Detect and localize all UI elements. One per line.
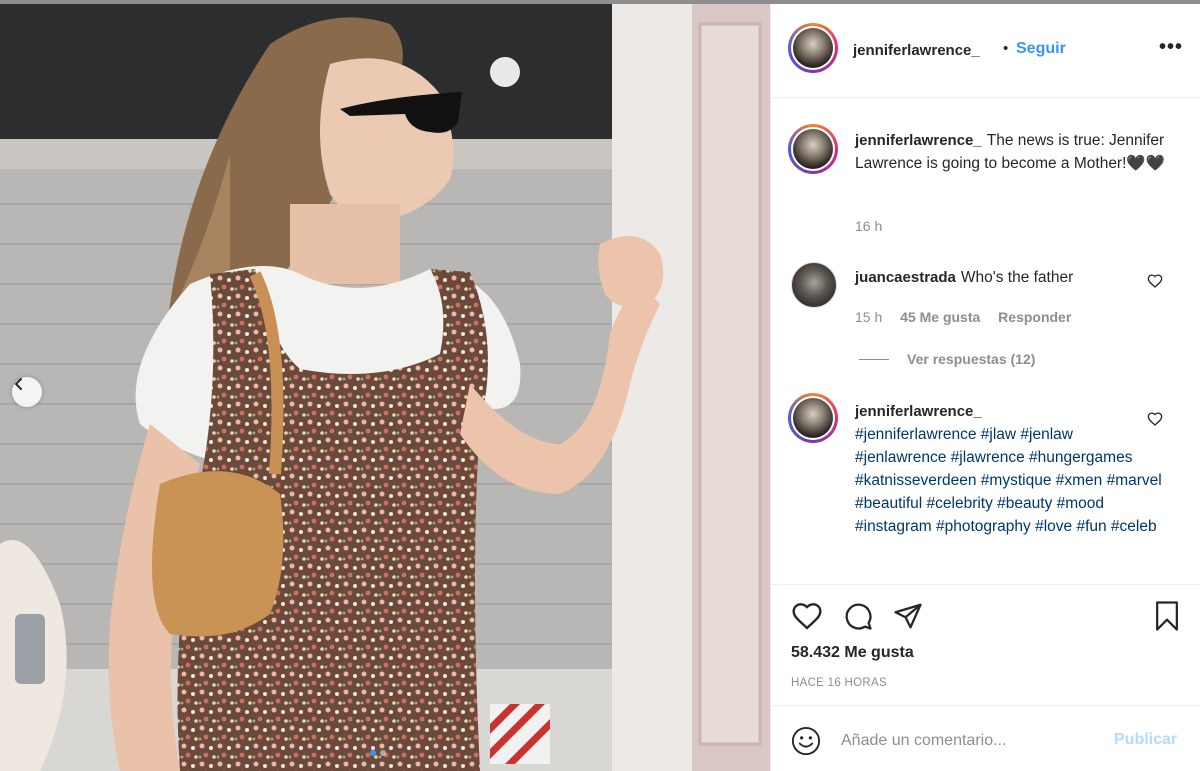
replies-divider (859, 358, 889, 360)
post-actions: 58.432 Me gusta HACE 16 HORAS Publicar (771, 584, 1200, 771)
comment-input[interactable] (841, 728, 1101, 754)
author-avatar[interactable] (788, 23, 838, 73)
add-comment-bar: Publicar (771, 705, 1200, 771)
share-paper-plane-icon[interactable] (893, 601, 923, 631)
caption-time[interactable]: 16 h (855, 218, 882, 234)
view-replies-button[interactable]: Ver respuestas (12) (859, 351, 1035, 367)
comment2-avatar[interactable] (788, 393, 838, 443)
comment2-like-heart-icon[interactable] (1147, 411, 1163, 427)
carousel-indicator (370, 750, 386, 756)
post-photo-illustration (0, 4, 770, 771)
comment-time[interactable]: 15 h (855, 309, 882, 325)
more-options-icon[interactable]: ••• (1159, 36, 1183, 59)
chevron-left-icon (14, 378, 22, 390)
comment-text: juancaestrada Who's the father (855, 266, 1165, 289)
comment2-username[interactable]: jenniferlawrence_ (855, 400, 1160, 423)
comment-bubble-icon[interactable] (843, 601, 873, 631)
like-heart-icon[interactable] (791, 600, 823, 632)
caption-meta: 16 h (855, 218, 896, 234)
post-photo[interactable] (0, 4, 770, 771)
commenter-username[interactable]: juancaestrada (855, 269, 956, 286)
comment-likes[interactable]: 45 Me gusta (900, 309, 980, 325)
post-header: jenniferlawrence_ • Seguir ••• (771, 4, 1200, 98)
author-username[interactable]: jenniferlawrence_ (853, 42, 980, 59)
carousel-dot-active (370, 750, 376, 756)
emoji-smiley-icon[interactable] (791, 726, 821, 756)
view-replies-label: Ver respuestas (12) (907, 351, 1036, 367)
comment-body: Who's the father (960, 269, 1074, 286)
publish-button[interactable]: Publicar (1114, 731, 1177, 749)
likes-count[interactable]: 58.432 Me gusta (791, 644, 914, 662)
post-sidebar: jenniferlawrence_ • Seguir ••• jenniferl… (770, 4, 1200, 771)
save-bookmark-icon[interactable] (1152, 600, 1182, 632)
caption-avatar[interactable] (788, 124, 838, 174)
post-timestamp[interactable]: HACE 16 HORAS (791, 677, 887, 689)
comments-list[interactable]: jenniferlawrence_ The news is true: Jenni… (771, 98, 1200, 584)
reply-button[interactable]: Responder (998, 309, 1071, 325)
carousel-prev-button[interactable] (12, 377, 42, 407)
header-separator: • (1003, 40, 1009, 57)
comment-meta: 15 h 45 Me gusta Responder (855, 309, 1085, 325)
commenter-avatar[interactable] (791, 262, 837, 308)
comment2-text: jenniferlawrence_ #jenniferlawrence #jla… (855, 400, 1165, 538)
comment-like-heart-icon[interactable] (1147, 273, 1163, 289)
caption-text: jenniferlawrence_ The news is true: Jenni… (855, 129, 1165, 175)
carousel-dot (380, 750, 386, 756)
comment2-hashtags[interactable]: #jenniferlawrence #jlaw #jenlaw #jenlawr… (855, 423, 1165, 538)
caption-username[interactable]: jenniferlawrence_ (855, 132, 982, 149)
follow-button[interactable]: Seguir (1016, 40, 1066, 58)
